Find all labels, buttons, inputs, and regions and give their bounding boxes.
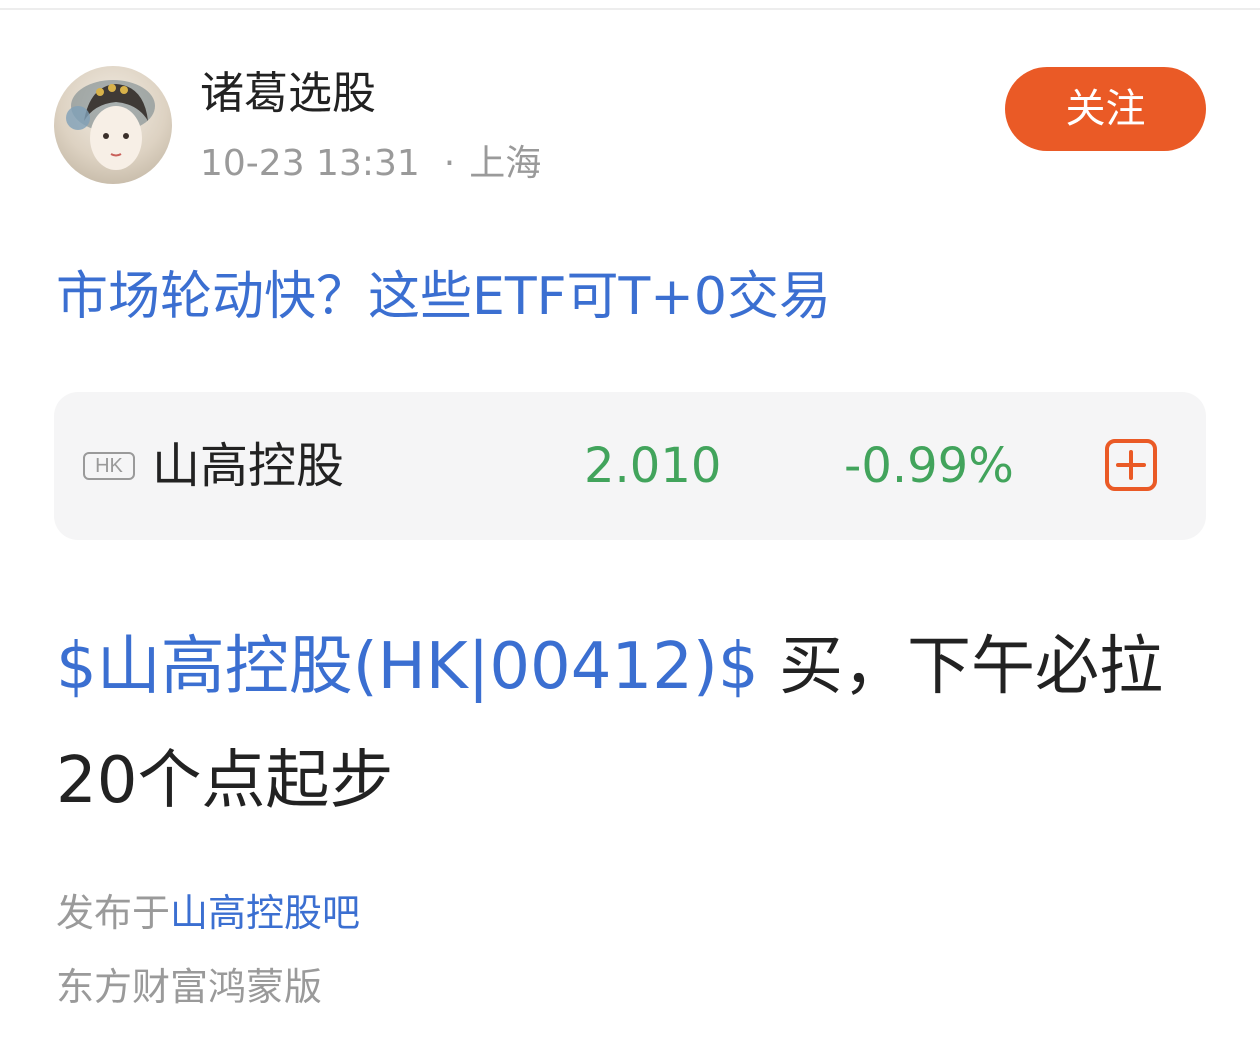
post-location: 上海 [469,143,542,184]
add-watchlist-icon[interactable] [1104,438,1158,492]
follow-button[interactable]: 关注 [1005,67,1206,151]
stock-price: 2.010 [584,438,722,494]
post-meta: 10-23 13:31 · 上海 [200,140,541,188]
author-name[interactable]: 诸葛选股 [200,66,376,122]
post-time: 10-23 13:31 [200,143,420,184]
market-badge: HK [83,452,135,480]
stock-name: 山高控股 [152,438,345,494]
stock-mention-link[interactable]: $山高控股(HK|00412)$ [56,630,759,704]
stock-change: -0.99% [844,438,1014,494]
post-body: $山高控股(HK|00412)$ 买，下午必拉20个点起步 [56,610,1216,838]
posted-in-prefix: 发布于 [56,891,171,935]
stock-card[interactable]: HK 山高控股 2.010 -0.99% [54,392,1206,540]
top-divider [0,8,1260,10]
avatar-illustration [66,80,155,170]
forum-link[interactable]: 山高控股吧 [170,891,360,935]
posted-in: 发布于山高控股吧 [56,888,360,938]
client-label: 东方财富鸿蒙版 [56,965,323,1009]
post-title[interactable]: 市场轮动快？这些ETF可T+0交易 [56,262,831,332]
meta-separator: · [443,143,456,184]
author-avatar[interactable] [54,66,172,184]
